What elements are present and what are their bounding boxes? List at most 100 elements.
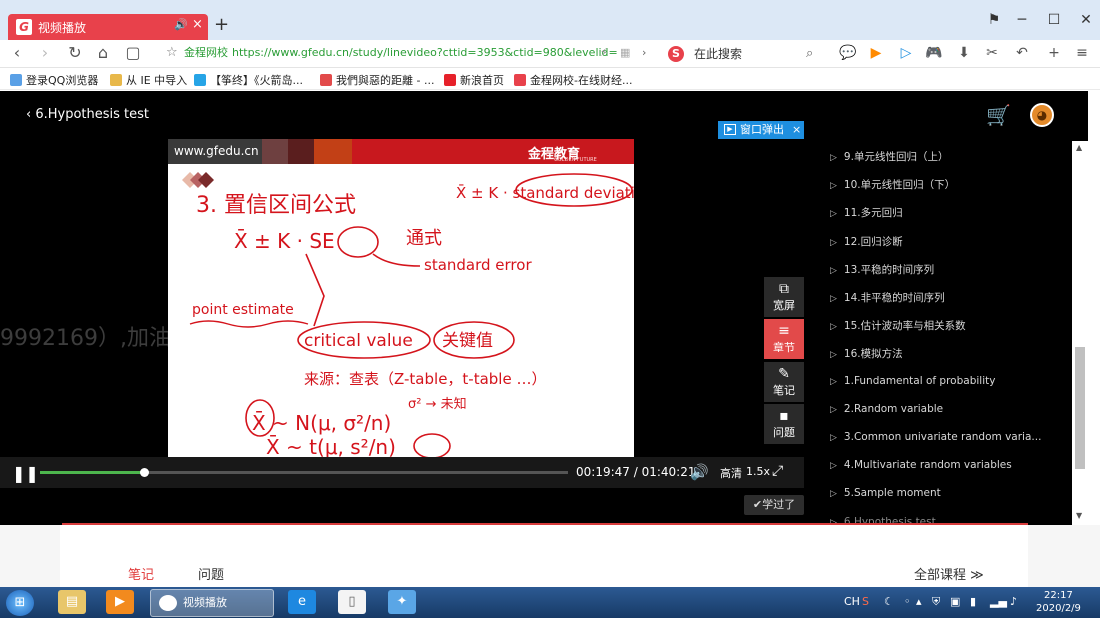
avatar[interactable]: ◕ <box>1030 103 1054 127</box>
battery-icon[interactable]: ▮ <box>970 595 976 608</box>
chapter-item[interactable]: ▷ 15.估计波动率与相关系数 <box>830 318 966 333</box>
download-icon[interactable]: ⬇ <box>954 44 974 62</box>
bookmark-item[interactable]: 【筝终】《火箭岛... <box>194 72 303 88</box>
signal-icon[interactable]: ▂▄ <box>990 595 1007 608</box>
search-icon[interactable]: ⌕ <box>806 43 813 65</box>
undo-icon[interactable]: ↶ <box>1012 44 1032 62</box>
bookmark-item[interactable]: 登录QQ浏览器 <box>10 72 98 88</box>
chapter-item[interactable]: ▷ 13.平稳的时间序列 <box>830 262 934 277</box>
file-explorer-icon[interactable]: ▤ <box>58 590 86 614</box>
chapter-item[interactable]: ▷ 14.非平稳的时间序列 <box>830 290 945 305</box>
questions-label: 问题 <box>773 426 795 439</box>
minimize-button[interactable]: ─ <box>1008 12 1036 28</box>
document-icon[interactable]: ▯ <box>338 590 366 614</box>
tab-close-icon[interactable]: × <box>192 17 203 32</box>
chapter-item[interactable]: ▷ 11.多元回归 <box>830 205 903 220</box>
search-input[interactable]: 在此搜索 <box>694 43 742 65</box>
tray-icon[interactable]: ◦ <box>904 595 911 608</box>
speaker-icon[interactable]: 🔊 <box>174 18 188 31</box>
chapter-item[interactable]: ▷ 9.单元线性回归（上） <box>830 149 948 164</box>
back-to-course-link[interactable]: ‹ 6.Hypothesis test <box>26 107 149 122</box>
back-arrow-icon[interactable]: ‹ <box>6 43 28 62</box>
reader-mode-icon[interactable]: ▢ <box>122 43 144 62</box>
expand-arrow-icon[interactable]: › <box>642 42 646 64</box>
screen: G 视频播放 🔊 × + ⚑ ─ ☐ ✕ ‹ › ↻ ⌂ ▢ ☆ 金程网校 ht… <box>0 0 1100 618</box>
scroll-thumb[interactable] <box>1075 347 1085 469</box>
taskbar-active-window[interactable]: 视频播放 <box>150 589 274 617</box>
address-bar[interactable]: ☆ 金程网校 https://www.gfedu.cn/study/linevi… <box>160 42 655 64</box>
app-icon[interactable]: ✦ <box>388 590 416 614</box>
chapter-scrollbar[interactable]: ▲ ▼ <box>1072 141 1088 525</box>
network-icon[interactable]: ▣ <box>950 595 960 608</box>
video-icon[interactable]: ▶ <box>866 44 886 62</box>
pin-icon[interactable]: ⚑ <box>980 12 1008 28</box>
clock[interactable]: 22:17 2020/2/9 <box>1036 589 1081 615</box>
popout-window-button[interactable]: ▶ 窗口弹出 × <box>718 121 804 139</box>
bookmark-item[interactable]: 我們與惡的距離 - ... <box>320 72 434 88</box>
tray-expand-icon[interactable]: ▴ <box>916 595 922 608</box>
grid-icon[interactable]: ▦ <box>620 42 630 64</box>
scroll-up-icon[interactable]: ▲ <box>1076 143 1082 152</box>
forward-arrow-icon[interactable]: › <box>34 43 56 62</box>
chapter-item[interactable]: ▷ 16.模拟方法 <box>830 346 903 361</box>
search-box[interactable]: S 在此搜索 ⌕ <box>668 43 828 65</box>
widescreen-icon: ⧉ <box>779 281 789 297</box>
volume-icon[interactable]: 🔊 <box>690 463 709 481</box>
mark-learned-button[interactable]: ✔学过了 <box>744 495 804 515</box>
chapter-item[interactable]: ▷ 4.Multivariate random variables <box>830 459 1012 471</box>
chapters-button[interactable]: ≡ 章节 <box>764 319 804 359</box>
tray-icon[interactable]: ☾ <box>884 595 894 608</box>
bookmark-item[interactable]: 从 IE 中导入 <box>110 72 187 88</box>
questions-button[interactable]: ▪ 问题 <box>764 404 804 444</box>
popout-close-icon[interactable]: × <box>792 121 801 139</box>
tab-notes[interactable]: 笔记 <box>128 564 154 583</box>
pause-icon[interactable]: ❚❚ <box>12 464 39 483</box>
chapter-item[interactable]: ▷ 3.Common univariate random varia... <box>830 431 1041 443</box>
chapter-item[interactable]: ▷ 5.Sample moment <box>830 487 941 499</box>
folder-icon <box>110 74 122 86</box>
start-button[interactable]: ⊞ <box>6 590 34 616</box>
chapter-item[interactable]: ▷ 12.回归诊断 <box>830 234 903 249</box>
speaker-icon[interactable]: ♪ <box>1010 595 1017 608</box>
game-icon[interactable]: 🎮 <box>924 44 944 62</box>
widescreen-button[interactable]: ⧉ 宽屏 <box>764 277 804 317</box>
bookmark-item[interactable]: 新浪首页 <box>444 72 504 88</box>
ie-icon[interactable]: e <box>288 590 316 614</box>
input-method[interactable]: CH <box>844 595 860 608</box>
bookmark-star-icon[interactable]: ☆ <box>166 42 178 64</box>
url-text[interactable]: https://www.gfedu.cn/study/linevideo?ctt… <box>232 42 618 64</box>
chat-icon[interactable]: 💬 <box>838 44 858 62</box>
add-icon[interactable]: + <box>1044 44 1064 62</box>
cart-icon[interactable]: 🛒 <box>986 103 1011 127</box>
scissors-icon[interactable]: ✂ <box>982 44 1002 62</box>
bookmark-item[interactable]: 金程网校-在线财经... <box>514 72 632 88</box>
maximize-button[interactable]: ☐ <box>1040 12 1068 28</box>
home-icon[interactable]: ⌂ <box>92 43 114 62</box>
all-courses-link[interactable]: 全部课程 ≫ <box>914 564 984 583</box>
shield-icon[interactable]: ⛨ <box>932 595 940 609</box>
video-frame[interactable]: www.gfedu.cn 金程教育 GOLDEN FUTURE 3. 置信区间公… <box>168 139 634 457</box>
lightning-icon[interactable]: ⚡ <box>600 42 608 64</box>
chapter-item[interactable]: ▷ 10.单元线性回归（下） <box>830 177 955 192</box>
notes-label: 笔记 <box>773 384 795 397</box>
tab-questions[interactable]: 问题 <box>198 564 224 583</box>
media-player-icon[interactable]: ▶ <box>106 590 134 614</box>
quality-selector[interactable]: 高清 <box>720 465 742 481</box>
sogou-icon[interactable]: S <box>862 595 869 608</box>
progress-bar[interactable] <box>40 468 568 477</box>
progress-handle[interactable] <box>140 468 150 477</box>
new-tab-button[interactable]: + <box>214 14 229 35</box>
reload-icon[interactable]: ↻ <box>64 43 86 62</box>
play-icon[interactable]: ▷ <box>896 44 916 62</box>
chapter-item[interactable]: ▷ 1.Fundamental of probability <box>830 375 995 387</box>
chapter-item[interactable]: ▷ 2.Random variable <box>830 403 943 415</box>
close-window-button[interactable]: ✕ <box>1072 12 1100 28</box>
fullscreen-icon[interactable]: ⤢ <box>772 463 783 479</box>
notes-button[interactable]: ✎ 笔记 <box>764 362 804 402</box>
browser-tab[interactable]: G 视频播放 🔊 × <box>8 14 208 40</box>
speed-selector[interactable]: 1.5x <box>746 465 770 478</box>
menu-icon[interactable]: ≡ <box>1072 44 1092 62</box>
chapter-label: 10.单元线性回归（下） <box>843 179 956 192</box>
search-engine-icon[interactable]: S <box>668 46 684 62</box>
scroll-down-icon[interactable]: ▼ <box>1076 511 1082 520</box>
